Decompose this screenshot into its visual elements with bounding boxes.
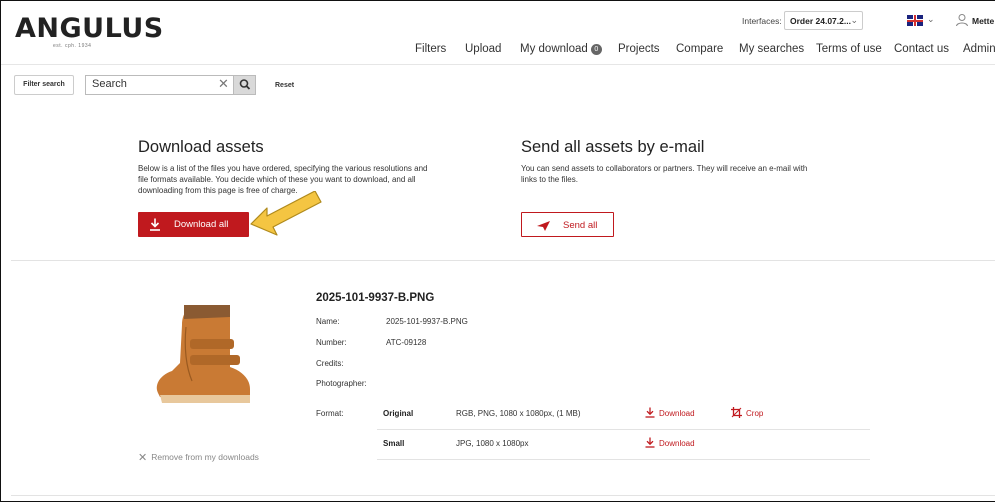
nav-upload[interactable]: Upload [465,43,501,55]
send-all-label: Send all [563,220,598,231]
main-nav: Filters Upload My download 0 Projects Com… [1,43,995,59]
section-divider [11,260,995,261]
page-frame: ANGULUS est. cph. 1934 Interfaces: Order… [0,0,995,502]
download-assets-title: Download assets [138,138,264,156]
search-button[interactable] [233,75,256,95]
brand-logo[interactable]: ANGULUS [15,15,164,42]
interfaces-label: Interfaces: [742,16,782,26]
remove-from-downloads-label: Remove from my downloads [151,452,259,462]
send-assets-title: Send all assets by e-mail [521,138,705,156]
format-label: Format: [316,409,344,418]
download-all-button[interactable]: Download all [138,212,249,237]
download-original-link[interactable]: Download [645,407,695,418]
filter-search-button[interactable]: Filter search [14,75,74,95]
asset-title: 2025-101-9937-B.PNG [316,292,435,304]
interface-select[interactable]: Order 24.07.2... ⌄ [784,11,863,30]
interface-select-value: Order 24.07.2... [790,16,851,26]
format-row-divider [377,459,870,460]
header-divider [1,64,995,65]
chevron-down-icon: ⌄ [850,15,858,25]
section-divider [11,495,995,496]
uk-flag-icon[interactable] [907,15,923,26]
format-row-divider [377,429,870,430]
nav-compare[interactable]: Compare [676,43,723,55]
download-icon [150,218,160,231]
send-all-button[interactable]: Send all [521,212,614,237]
download-small-link[interactable]: Download [645,437,695,448]
crop-link[interactable]: Crop [731,407,763,418]
download-small-label: Download [659,439,695,448]
format-name-small: Small [383,439,405,448]
search-input[interactable]: Search [85,75,233,95]
nav-my-download[interactable]: My download 0 [520,43,602,55]
download-count-badge: 0 [590,44,602,55]
nav-contact-us[interactable]: Contact us [894,43,949,55]
clear-search-icon[interactable]: ✕ [218,77,229,91]
nav-filters[interactable]: Filters [415,43,446,55]
format-desc-small: JPG, 1080 x 1080px [456,439,529,448]
remove-from-downloads-link[interactable]: ✕ Remove from my downloads [138,451,259,464]
send-icon [537,221,550,231]
close-icon: ✕ [138,452,148,464]
crop-label: Crop [746,409,764,418]
name-value: 2025-101-9937-B.PNG [386,317,468,326]
search-icon [239,79,251,90]
download-icon [645,407,655,418]
number-value: ATC-09128 [386,338,427,347]
number-label: Number: [316,338,347,347]
reset-button[interactable]: Reset [275,82,294,89]
highlight-arrow-icon [250,191,322,236]
user-name[interactable]: Mette [972,16,994,26]
format-name-original: Original [383,409,414,418]
nav-admin[interactable]: Admin [963,43,995,55]
nav-my-searches[interactable]: My searches [739,43,804,55]
send-assets-description: You can send assets to collaborators or … [521,164,808,184]
format-desc-original: RGB, PNG, 1080 x 1080px, (1 MB) [456,409,581,418]
asset-thumbnail[interactable] [146,297,258,409]
language-chevron-down-icon[interactable]: ⌄ [927,14,935,25]
download-icon [645,437,655,448]
name-label: Name: [316,317,340,326]
user-icon[interactable] [955,13,969,27]
photographer-label: Photographer: [316,379,367,388]
credits-label: Credits: [316,359,344,368]
download-original-label: Download [659,409,695,418]
nav-projects[interactable]: Projects [618,43,660,55]
crop-icon [731,407,742,418]
download-all-label: Download all [174,219,229,230]
nav-my-download-label: My download [520,43,588,55]
nav-terms-of-use[interactable]: Terms of use [816,43,882,55]
